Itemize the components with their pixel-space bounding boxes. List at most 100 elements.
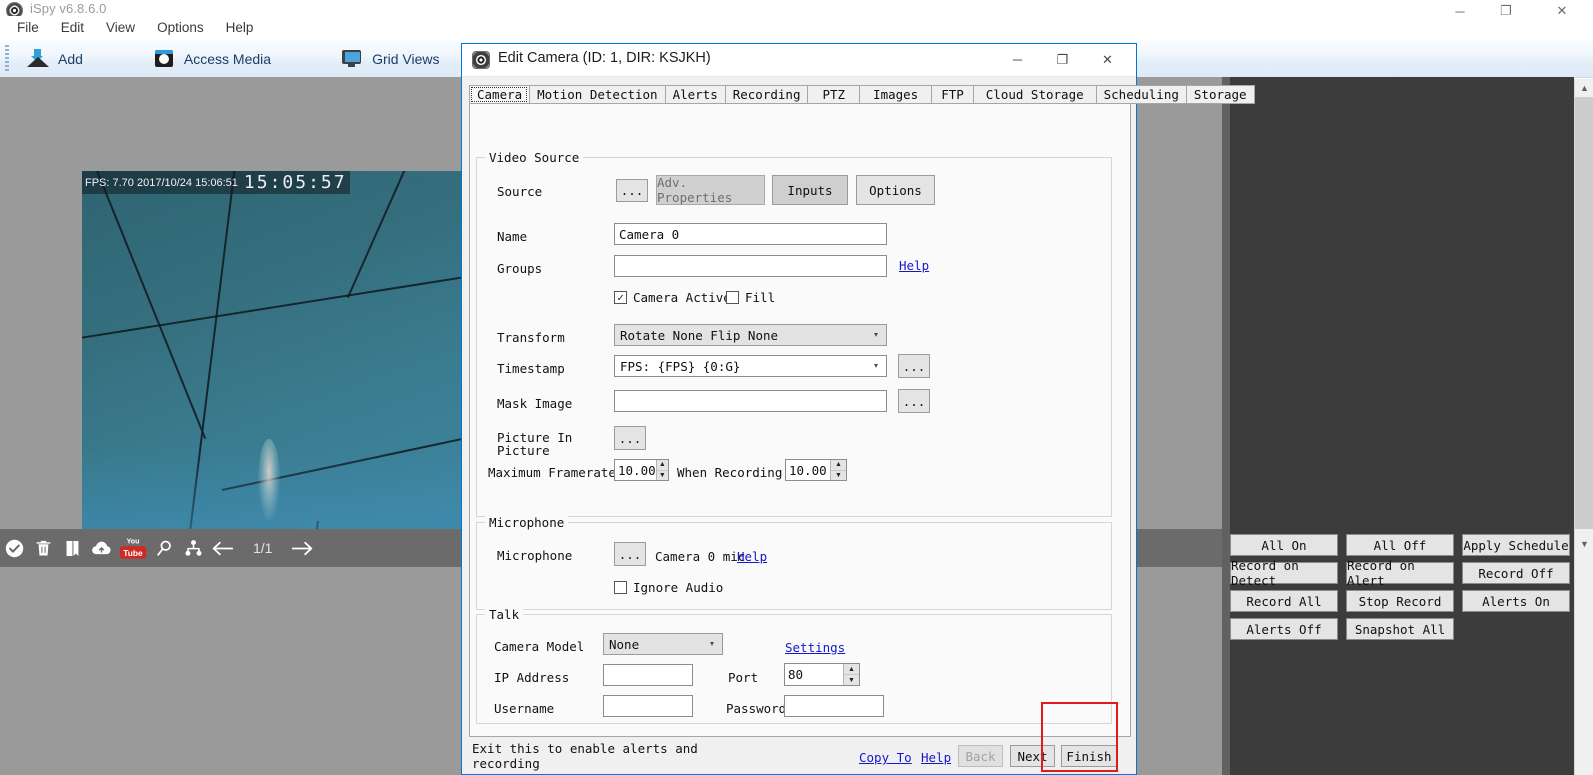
groups-help-link[interactable]: Help — [899, 258, 929, 273]
alerts-off-button[interactable]: Alerts Off — [1230, 618, 1338, 640]
record-off-button[interactable]: Record Off — [1462, 562, 1570, 584]
trash-icon[interactable] — [29, 529, 58, 567]
menu-item-view[interactable]: View — [95, 18, 146, 37]
toolbar-button-access-media[interactable]: Access Media — [139, 41, 285, 77]
scrollbar-thumb[interactable] — [1575, 97, 1593, 529]
snapshot-all-button[interactable]: Snapshot All — [1346, 618, 1454, 640]
cloud-upload-icon[interactable] — [87, 529, 116, 567]
record-on-alert-button[interactable]: Record on Alert — [1346, 558, 1454, 588]
scroll-up-icon[interactable]: ▲ — [1575, 79, 1593, 97]
tab-scheduling[interactable]: Scheduling — [1095, 85, 1186, 104]
maximum-framerate-stepper[interactable]: 10.00 ▲ ▼ — [614, 459, 669, 481]
port-arrows[interactable]: ▲ ▼ — [843, 664, 859, 685]
camera-active-checkbox-box[interactable]: ✓ — [614, 291, 627, 304]
share-network-icon[interactable] — [179, 529, 208, 567]
all-off-button[interactable]: All Off — [1346, 534, 1454, 556]
search-icon[interactable] — [150, 529, 179, 567]
dialog-title: Edit Camera (ID: 1, DIR: KSJKH) — [498, 50, 711, 66]
check-circle-icon[interactable] — [0, 529, 29, 567]
microphone-group-title: Microphone — [485, 515, 569, 530]
menu-item-options[interactable]: Options — [146, 18, 215, 37]
grid-views-icon — [341, 49, 363, 69]
record-on-detect-button[interactable]: Record on Detect — [1230, 558, 1338, 588]
when-recording-arrows[interactable]: ▲ ▼ — [830, 460, 846, 480]
camera-active-checkbox[interactable]: ✓ Camera Active — [614, 290, 731, 305]
adv-properties-button[interactable]: Adv. Properties — [656, 175, 765, 205]
menu-item-edit[interactable]: Edit — [50, 18, 95, 37]
save-icon[interactable] — [58, 529, 87, 567]
dialog-close-button[interactable]: ✕ — [1085, 44, 1130, 75]
tab-images[interactable]: Images — [859, 85, 932, 104]
mask-image-label: Mask Image — [497, 396, 573, 411]
microphone-help-link[interactable]: Help — [737, 549, 767, 564]
toolbar-button-add[interactable]: Add — [13, 41, 97, 77]
alerts-on-button[interactable]: Alerts On — [1462, 590, 1570, 612]
picture-in-picture-browse-button[interactable]: ... — [614, 426, 646, 450]
talk-group-title: Talk — [485, 607, 524, 622]
port-stepper[interactable]: 80 ▲ ▼ — [784, 663, 860, 686]
svg-text:You: You — [127, 539, 140, 546]
fill-checkbox-box[interactable] — [726, 291, 739, 304]
microphone-browse-button[interactable]: ... — [614, 542, 646, 566]
fill-checkbox[interactable]: Fill — [726, 290, 775, 305]
username-input[interactable] — [603, 695, 693, 717]
port-value[interactable]: 80 — [785, 664, 843, 685]
groups-input[interactable] — [614, 255, 887, 277]
main-vertical-scrollbar[interactable]: ▲ ▼ — [1574, 79, 1593, 775]
tab-cloud-storage[interactable]: Cloud Storage — [972, 85, 1096, 104]
toolbar-button-grid-views[interactable]: Grid Views — [327, 41, 453, 77]
options-button[interactable]: Options — [856, 175, 935, 205]
dialog-minimize-button[interactable]: ─ — [995, 44, 1040, 75]
spinner-up-icon: ▲ — [656, 460, 668, 471]
transform-select[interactable]: Rotate None Flip None ▾ — [614, 324, 887, 346]
scroll-down-icon[interactable]: ▼ — [1575, 535, 1593, 553]
maximum-framerate-arrows[interactable]: ▲ ▼ — [655, 460, 668, 480]
control-panel: All On All Off Apply Schedule Record on … — [1222, 77, 1574, 775]
camera-video-tile[interactable]: FPS: 7.70 2017/10/24 15:06:51 15:05:57 — [82, 171, 462, 530]
record-all-button[interactable]: Record All — [1230, 590, 1338, 612]
groups-label: Groups — [497, 261, 543, 276]
inputs-button[interactable]: Inputs — [772, 175, 848, 205]
ignore-audio-checkbox-box[interactable] — [614, 581, 627, 594]
dialog-maximize-button[interactable]: ❐ — [1040, 44, 1085, 75]
tab-storage[interactable]: Storage — [1185, 85, 1255, 104]
ip-address-input[interactable] — [603, 664, 693, 686]
menu-item-file[interactable]: File — [6, 18, 50, 37]
name-label: Name — [497, 229, 528, 244]
arrow-left-icon[interactable] — [208, 529, 237, 567]
tab-alerts[interactable]: Alerts — [664, 85, 725, 104]
dialog-help-link[interactable]: Help — [921, 750, 951, 765]
arrow-right-icon[interactable] — [288, 529, 317, 567]
copy-to-link[interactable]: Copy To — [859, 750, 912, 765]
maximum-framerate-label: Maximum Framerate — [488, 465, 616, 480]
tab-ptz[interactable]: PTZ — [807, 85, 860, 104]
when-recording-value[interactable]: 10.00 — [786, 460, 830, 480]
youtube-icon[interactable]: You Tube — [116, 529, 150, 567]
ignore-audio-checkbox[interactable]: Ignore Audio — [614, 580, 723, 595]
maximum-framerate-value[interactable]: 10.00 — [615, 460, 656, 480]
all-on-button[interactable]: All On — [1230, 534, 1338, 556]
picture-in-picture-label-line2: Picture — [497, 443, 550, 458]
menu-item-help[interactable]: Help — [215, 18, 265, 37]
camera-model-select[interactable]: None ▾ — [603, 633, 723, 655]
timestamp-browse-button[interactable]: ... — [898, 354, 930, 378]
microphone-value: Camera 0 mic — [655, 549, 746, 564]
timestamp-select[interactable]: FPS: {FPS} {0:G} ▾ — [614, 355, 887, 377]
apply-schedule-button[interactable]: Apply Schedule — [1462, 534, 1570, 556]
mask-image-browse-button[interactable]: ... — [898, 389, 930, 413]
mask-image-input[interactable] — [614, 390, 887, 412]
when-recording-stepper[interactable]: 10.00 ▲ ▼ — [785, 459, 847, 481]
back-button: Back — [958, 745, 1003, 767]
app-title: iSpy v6.8.6.0 — [30, 1, 107, 16]
tab-camera[interactable]: Camera — [469, 85, 530, 104]
tab-recording[interactable]: Recording — [724, 85, 808, 104]
source-browse-button[interactable]: ... — [616, 179, 648, 202]
talk-settings-link[interactable]: Settings — [785, 640, 845, 655]
toolbar-grip[interactable] — [5, 44, 9, 73]
stop-record-button[interactable]: Stop Record — [1346, 590, 1454, 612]
name-input[interactable]: Camera 0 — [614, 223, 887, 245]
spinner-up-icon: ▲ — [844, 664, 859, 675]
password-input[interactable] — [784, 695, 884, 717]
tab-motion-detection[interactable]: Motion Detection — [529, 85, 665, 104]
tab-ftp[interactable]: FTP — [931, 85, 973, 104]
